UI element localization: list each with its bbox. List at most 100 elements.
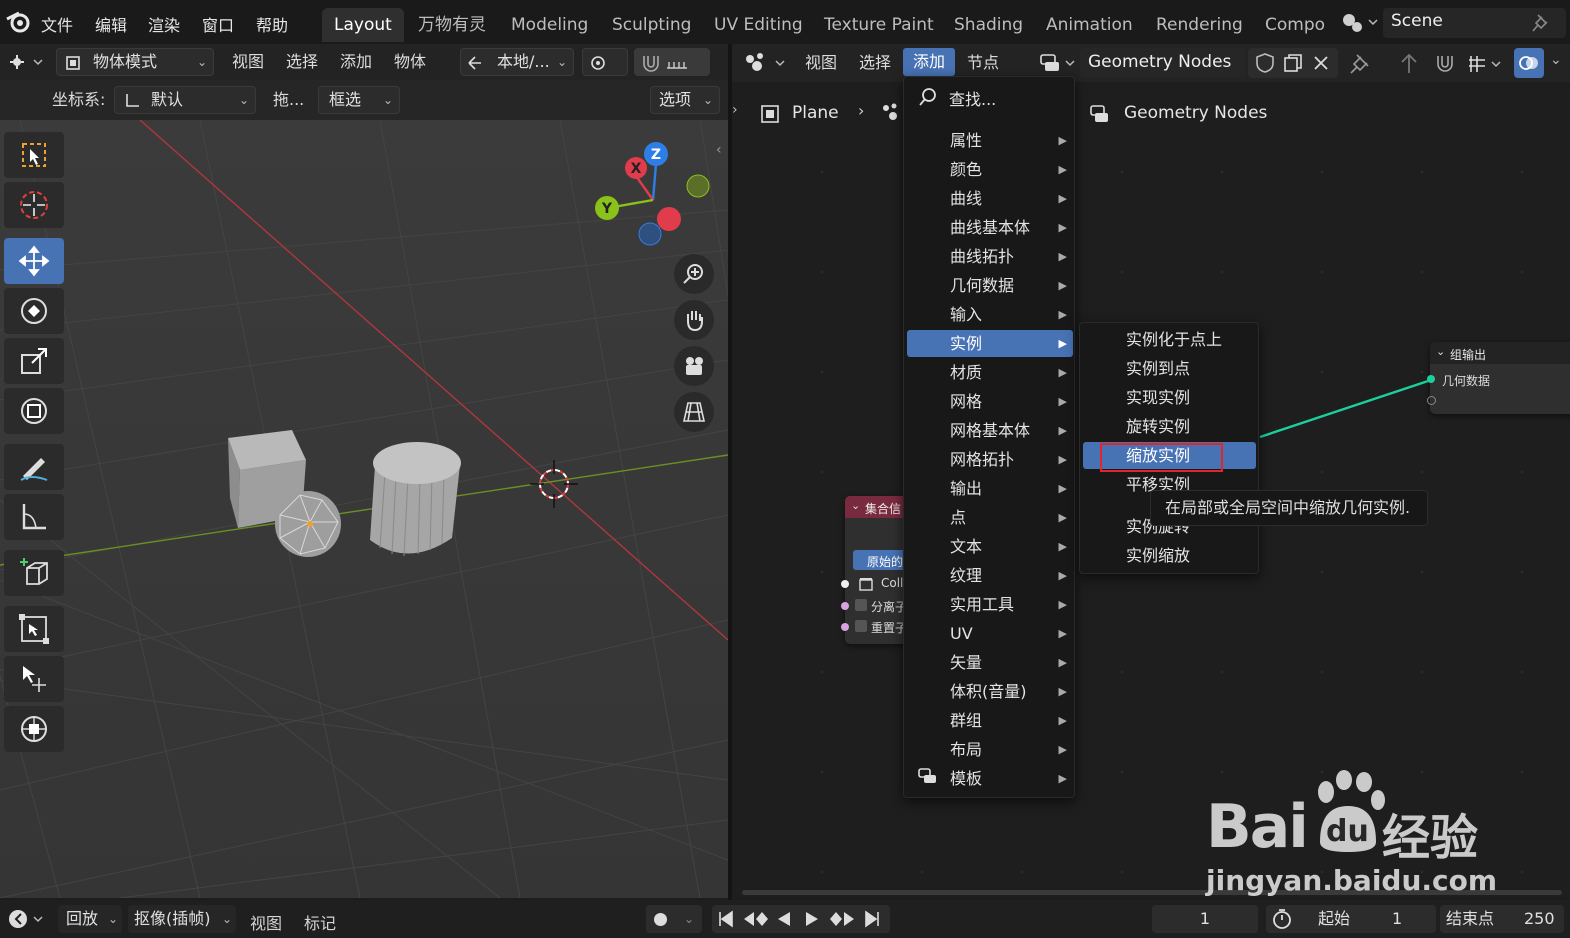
menu-add[interactable]: 添加 (340, 48, 372, 76)
node-tree-field[interactable]: Geometry Nodes (1080, 48, 1246, 78)
add-menu-item[interactable]: 属性 ▶ (907, 127, 1073, 154)
tree-type-icon[interactable] (1038, 51, 1078, 75)
auto-keying-toggle[interactable]: ⌄ (646, 905, 702, 933)
chevron-down-icon[interactable]: ⌄ (1436, 345, 1445, 358)
select-box-tool[interactable] (4, 132, 64, 178)
add-menu-item[interactable]: 布局 ▶ (907, 736, 1073, 763)
origin-tool[interactable] (4, 706, 64, 752)
instance-submenu-item[interactable]: 实例化于点上 (1083, 326, 1256, 353)
annotate-tool[interactable] (4, 444, 64, 490)
add-menu-item[interactable]: 网格拓扑 ▶ (907, 446, 1073, 473)
stopwatch-icon[interactable] (1270, 908, 1294, 930)
play-reverse-icon[interactable] (774, 910, 794, 928)
pan-button[interactable] (674, 300, 714, 340)
rotate-tool[interactable] (4, 288, 64, 334)
current-frame-field[interactable]: 1 (1152, 905, 1258, 933)
measure-tool[interactable] (4, 494, 64, 540)
add-menu-item[interactable]: 网格 ▶ (907, 388, 1073, 415)
prev-keyframe-icon[interactable] (742, 910, 770, 928)
instance-submenu-item[interactable]: 实例缩放 (1083, 542, 1256, 569)
parent-tree-icon[interactable] (1396, 51, 1422, 77)
cursor-tool[interactable] (4, 182, 64, 228)
jump-end-icon[interactable] (862, 910, 882, 928)
options-dropdown[interactable]: 选项 ⌄ (650, 86, 720, 114)
play-icon[interactable] (802, 910, 822, 928)
separate-children-socket[interactable] (841, 602, 849, 610)
snap-grid-icon[interactable] (1466, 51, 1506, 77)
collection-field[interactable]: Coll (881, 576, 903, 590)
add-menu-item[interactable]: 纹理 ▶ (907, 562, 1073, 589)
collection-socket[interactable] (841, 580, 849, 588)
ne-menu-add[interactable]: 添加 (903, 48, 956, 76)
fake-user-shield-icon[interactable] (1254, 52, 1276, 74)
sidebar-toggle-arrow-icon[interactable]: ‹ (716, 142, 722, 158)
add-menu-item[interactable]: 文本 ▶ (907, 533, 1073, 560)
add-menu-item[interactable]: 输入 ▶ (907, 301, 1073, 328)
node-header[interactable]: ⌄ 组输出 (1430, 342, 1570, 364)
keying-dropdown[interactable]: 抠像(插帧) ⌄ (128, 905, 236, 933)
instance-submenu-item[interactable]: 旋转实例 (1083, 413, 1256, 440)
move-tool[interactable] (4, 238, 64, 284)
menu-select[interactable]: 选择 (286, 48, 318, 76)
cylinder-object[interactable] (370, 442, 461, 557)
chevron-down-icon[interactable]: ⌄ (1550, 52, 1562, 68)
add-menu-item[interactable]: 实例 ▶ (907, 330, 1073, 357)
editor-type-icon[interactable] (6, 50, 48, 74)
tab-sculpting[interactable]: Sculpting (600, 8, 703, 42)
icosphere-object[interactable] (275, 491, 341, 557)
select-box-dropdown[interactable]: 框选 ⌄ (318, 86, 400, 114)
next-keyframe-icon[interactable] (828, 910, 856, 928)
add-menu-item[interactable]: 几何数据 ▶ (907, 272, 1073, 299)
timeline-marker-menu[interactable]: 标记 (304, 910, 336, 934)
timeline-view-menu[interactable]: 视图 (250, 910, 282, 934)
jump-start-icon[interactable] (716, 910, 736, 928)
reset-children-checkbox[interactable] (855, 620, 867, 632)
navigation-gizmo[interactable]: Z X Y (588, 140, 718, 250)
playback-dropdown[interactable]: 回放 ⌄ (58, 905, 122, 933)
separate-children-checkbox[interactable] (855, 599, 867, 611)
add-menu-item[interactable]: 曲线拓扑 ▶ (907, 243, 1073, 270)
drag-label[interactable]: 拖... (273, 86, 304, 114)
ne-menu-select[interactable]: 选择 (859, 49, 891, 77)
instance-submenu-item[interactable]: 缩放实例 (1083, 442, 1256, 469)
menu-file[interactable]: 文件 (41, 12, 73, 36)
overlay-toggle[interactable] (1514, 48, 1544, 78)
add-menu-item[interactable]: UV ▶ (907, 620, 1073, 647)
geometry-input-socket[interactable] (1427, 375, 1435, 383)
snap-toggle[interactable] (634, 48, 710, 76)
add-menu-item[interactable]: 曲线基本体 ▶ (907, 214, 1073, 241)
node-editor-type-icon[interactable] (740, 50, 788, 76)
pivot-dropdown[interactable] (582, 48, 628, 76)
scene-selector[interactable]: Scene (1343, 8, 1566, 38)
transform-orientation-dropdown[interactable]: 本地/... ⌄ (460, 48, 574, 76)
timeline-editor-icon[interactable] (6, 906, 48, 932)
start-frame-field[interactable]: 起始 1 (1266, 905, 1436, 933)
add-menu-item[interactable]: 矢量 ▶ (907, 649, 1073, 676)
zoom-button[interactable] (674, 254, 714, 294)
cursor-transform-tool[interactable] (4, 656, 64, 702)
reset-children-socket[interactable] (841, 623, 849, 631)
scale-tool[interactable] (4, 338, 64, 384)
pin-icon[interactable] (1348, 52, 1372, 76)
tab-modeling[interactable]: Modeling (499, 8, 600, 42)
empty-socket[interactable] (1427, 396, 1436, 405)
ne-menu-view[interactable]: 视图 (805, 49, 837, 77)
instance-submenu-item[interactable]: 实现实例 (1083, 384, 1256, 411)
add-menu-item[interactable]: 实用工具 ▶ (907, 591, 1073, 618)
add-menu-item[interactable]: 点 ▶ (907, 504, 1073, 531)
add-menu-item[interactable]: 材质 ▶ (907, 359, 1073, 386)
menu-help[interactable]: 帮助 (256, 12, 288, 36)
menu-render[interactable]: 渲染 (148, 12, 180, 36)
tab-compositing[interactable]: Compo (1253, 8, 1337, 42)
tab-shading[interactable]: Shading (942, 8, 1035, 42)
coord-system-dropdown[interactable]: 默认 ⌄ (114, 86, 256, 114)
add-menu-item[interactable]: 颜色 ▶ (907, 156, 1073, 183)
ne-menu-node[interactable]: 节点 (967, 49, 999, 77)
tab-texture-paint[interactable]: Texture Paint (812, 8, 946, 42)
snap-magnet-icon[interactable] (1432, 51, 1458, 77)
scale-cage-tool[interactable] (4, 606, 64, 652)
menu-edit[interactable]: 编辑 (95, 12, 127, 36)
group-output-node[interactable]: ⌄ 组输出 几何数据 (1427, 342, 1570, 414)
add-menu-item[interactable]: 曲线 ▶ (907, 185, 1073, 212)
pin-icon[interactable] (1530, 12, 1552, 34)
